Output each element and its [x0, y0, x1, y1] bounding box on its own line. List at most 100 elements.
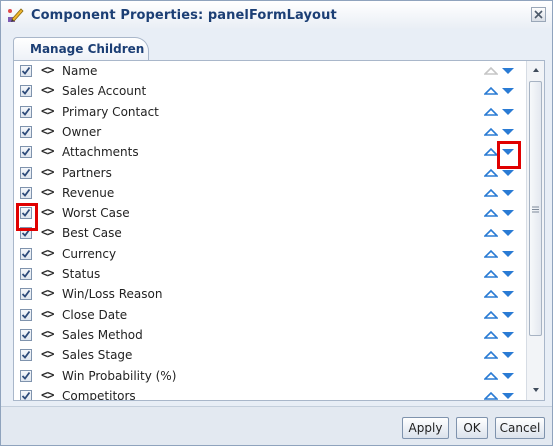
- move-up-icon[interactable]: [484, 350, 498, 360]
- move-up-icon[interactable]: [484, 228, 498, 238]
- child-label: Worst Case: [62, 206, 130, 221]
- checkmark-icon: [21, 290, 31, 299]
- list-item: <> Name: [14, 61, 524, 81]
- checkmark-icon: [21, 249, 31, 258]
- child-label: Sales Method: [62, 327, 143, 342]
- checkmark-icon: [21, 148, 31, 157]
- move-down-icon[interactable]: [501, 310, 515, 320]
- list-item: <> Worst Case: [14, 203, 524, 223]
- move-down-icon[interactable]: [501, 228, 515, 238]
- move-up-icon[interactable]: [484, 168, 498, 178]
- visibility-checkbox[interactable]: [20, 146, 32, 159]
- move-down-icon[interactable]: [501, 391, 515, 401]
- checkmark-icon: [21, 391, 31, 400]
- visibility-checkbox[interactable]: [20, 166, 32, 179]
- move-down-icon[interactable]: [501, 107, 515, 117]
- list-item: <> Competitors: [14, 386, 524, 401]
- scroll-up-icon[interactable]: [530, 64, 542, 76]
- visibility-checkbox[interactable]: [20, 349, 32, 362]
- checkmark-icon: [21, 87, 31, 96]
- move-up-icon[interactable]: [484, 147, 498, 157]
- pencil-icon: [8, 8, 24, 22]
- list-item: <> Sales Account: [14, 81, 524, 101]
- visibility-checkbox[interactable]: [20, 268, 32, 280]
- component-tag-icon: <>: [41, 63, 54, 77]
- checkmark-icon: [21, 351, 31, 360]
- visibility-checkbox[interactable]: [20, 308, 32, 321]
- visibility-checkbox[interactable]: [20, 328, 32, 341]
- child-label: Currency: [62, 246, 117, 261]
- dialog-footer: Apply OK Cancel: [1, 406, 552, 445]
- move-down-icon[interactable]: [501, 208, 515, 218]
- list-item: <> Win/Loss Reason: [14, 284, 524, 304]
- list-item: <> Primary Contact: [14, 102, 524, 122]
- checkmark-icon: [21, 269, 31, 278]
- component-tag-icon: <>: [41, 306, 54, 321]
- move-down-icon[interactable]: [501, 188, 515, 198]
- visibility-checkbox[interactable]: [20, 369, 32, 382]
- vertical-scrollbar[interactable]: [526, 61, 544, 400]
- visibility-checkbox[interactable]: [20, 247, 32, 260]
- visibility-checkbox[interactable]: [20, 85, 32, 98]
- list-item: <> Currency: [14, 244, 524, 264]
- move-down-icon[interactable]: [501, 86, 515, 96]
- move-down-icon[interactable]: [501, 249, 515, 259]
- move-up-icon[interactable]: [484, 127, 498, 137]
- move-up-icon[interactable]: [484, 249, 498, 259]
- child-label: Partners: [62, 165, 112, 180]
- move-down-icon[interactable]: [501, 371, 515, 381]
- move-down-icon[interactable]: [501, 350, 515, 360]
- move-up-icon[interactable]: [484, 86, 498, 96]
- move-up-icon[interactable]: [484, 107, 498, 117]
- component-tag-icon: <>: [41, 266, 54, 280]
- highlight-move-down-attachments: [497, 141, 521, 169]
- child-label: Revenue: [62, 185, 115, 200]
- move-up-icon[interactable]: [484, 310, 498, 320]
- visibility-checkbox[interactable]: [20, 288, 32, 301]
- child-label: Best Case: [62, 226, 122, 241]
- cancel-button[interactable]: Cancel: [495, 417, 545, 439]
- move-up-icon[interactable]: [484, 289, 498, 299]
- visibility-checkbox[interactable]: [20, 125, 32, 138]
- component-tag-icon: <>: [41, 225, 54, 240]
- checkmark-icon: [21, 188, 31, 197]
- component-tag-icon: <>: [41, 164, 54, 179]
- move-up-icon[interactable]: [484, 330, 498, 340]
- list-item: <> Owner: [14, 122, 524, 142]
- move-up-icon[interactable]: [484, 269, 498, 279]
- checkmark-icon: [21, 107, 31, 116]
- visibility-checkbox[interactable]: [20, 389, 32, 400]
- move-up-icon[interactable]: [484, 371, 498, 381]
- move-down-icon[interactable]: [501, 66, 515, 76]
- tab-manage-children[interactable]: Manage Children: [13, 37, 149, 61]
- move-down-icon[interactable]: [501, 330, 515, 340]
- move-down-icon[interactable]: [501, 127, 515, 137]
- list-item: <> Sales Stage: [14, 345, 524, 365]
- checkmark-icon: [21, 371, 31, 380]
- checkmark-icon: [21, 168, 31, 177]
- child-label: Win Probability (%): [62, 368, 177, 383]
- component-tag-icon: <>: [41, 103, 54, 118]
- move-up-icon[interactable]: [484, 391, 498, 401]
- highlight-checkbox-worst-case: [16, 203, 38, 231]
- apply-button[interactable]: Apply: [402, 417, 449, 439]
- child-label: Competitors: [62, 388, 136, 401]
- component-tag-icon: <>: [41, 347, 54, 362]
- component-tag-icon: <>: [41, 205, 54, 220]
- scrollbar-thumb[interactable]: [529, 81, 542, 336]
- list-item: <> Revenue: [14, 183, 524, 203]
- list-item: <> Partners: [14, 163, 524, 183]
- close-button[interactable]: [531, 7, 546, 22]
- visibility-checkbox[interactable]: [20, 186, 32, 199]
- move-up-icon[interactable]: [484, 188, 498, 198]
- child-label: Close Date: [62, 307, 128, 322]
- ok-button[interactable]: OK: [456, 417, 488, 439]
- move-down-icon[interactable]: [501, 269, 515, 279]
- visibility-checkbox[interactable]: [20, 105, 32, 118]
- scroll-down-icon[interactable]: [530, 384, 542, 396]
- move-up-icon[interactable]: [484, 208, 498, 218]
- close-icon: [534, 10, 543, 19]
- move-down-icon[interactable]: [501, 289, 515, 299]
- move-down-icon[interactable]: [501, 168, 515, 178]
- visibility-checkbox[interactable]: [20, 65, 32, 77]
